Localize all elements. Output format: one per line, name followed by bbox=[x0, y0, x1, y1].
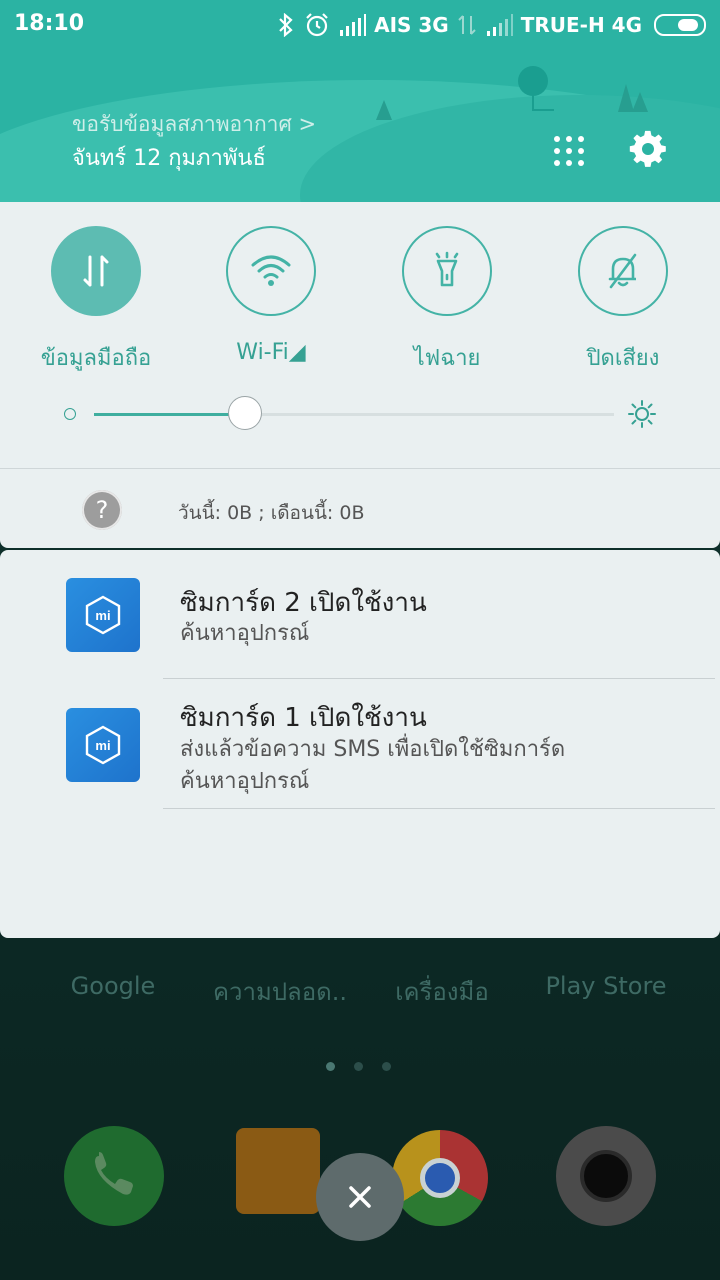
weather-info-link[interactable]: ขอรับข้อมูลสภาพอากาศ > bbox=[72, 108, 316, 141]
sim-app-icon: mi bbox=[66, 578, 140, 652]
notification-body: ค้นหาอุปกรณ์ bbox=[180, 621, 310, 646]
bluetooth-icon bbox=[279, 13, 293, 37]
page-indicator bbox=[326, 1056, 410, 1075]
status-bar: 18:10 AIS 3G TRUE-H 4G bbox=[0, 0, 720, 52]
toggle-label: Wi-Fi◢ bbox=[236, 340, 306, 365]
toggle-label: ข้อมูลมือถือ bbox=[40, 346, 152, 371]
toggle-mute[interactable]: ปิดเสียง bbox=[535, 226, 711, 375]
carrier-1-label: AIS 3G bbox=[374, 13, 449, 37]
app-label-play-store[interactable]: Play Store bbox=[536, 972, 676, 1000]
quick-settings-panel: ข้อมูลมือถือ Wi-Fi◢ ไฟฉาย ปิดเสียง ? วัน… bbox=[0, 202, 720, 548]
toggle-label: ไฟฉาย bbox=[413, 346, 481, 371]
wifi-icon bbox=[251, 255, 291, 286]
phone-app-icon[interactable] bbox=[64, 1126, 164, 1226]
battery-icon bbox=[654, 14, 706, 36]
brightness-slider-thumb[interactable] bbox=[227, 396, 262, 430]
sim-app-icon: mi bbox=[66, 708, 140, 782]
app-label-google[interactable]: Google bbox=[43, 972, 183, 1000]
toggle-label: ปิดเสียง bbox=[586, 346, 660, 371]
camera-app-icon[interactable] bbox=[556, 1126, 656, 1226]
notification-divider bbox=[163, 808, 715, 809]
alarm-icon bbox=[306, 13, 328, 37]
brightness-high-icon bbox=[628, 400, 656, 428]
messages-app-icon[interactable] bbox=[236, 1128, 320, 1214]
notification-divider bbox=[163, 678, 715, 679]
all-toggles-grid-icon[interactable] bbox=[552, 134, 586, 168]
app-label-security[interactable]: ความปลอด.. bbox=[210, 972, 350, 1011]
help-icon[interactable]: ? bbox=[82, 490, 122, 530]
close-notifications-button[interactable] bbox=[316, 1153, 404, 1241]
svg-text:mi: mi bbox=[95, 608, 110, 623]
svg-text:mi: mi bbox=[95, 738, 110, 753]
tree-icon bbox=[618, 84, 648, 112]
notification-title: ซิมการ์ด 2 เปิดใช้งาน bbox=[180, 588, 427, 618]
data-arrows-icon bbox=[458, 15, 476, 35]
toggle-wifi[interactable]: Wi-Fi◢ bbox=[183, 226, 359, 365]
brightness-low-icon bbox=[64, 408, 76, 420]
notification-body-line1: ส่งแล้วข้อความ SMS เพื่อเปิดใช้ซิมการ์ด bbox=[180, 737, 566, 762]
data-usage-summary[interactable]: วันนี้: 0B ; เดือนนี้: 0B bbox=[178, 498, 365, 528]
header-date: จันทร์ 12 กุมภาพันธ์ bbox=[72, 146, 266, 171]
notification-body-line2: ค้นหาอุปกรณ์ bbox=[180, 769, 310, 794]
notification-sim1[interactable]: mi ซิมการ์ด 1 เปิดใช้งาน ส่งแล้วข้อความ … bbox=[0, 680, 720, 809]
tree-icon bbox=[376, 100, 392, 120]
mobile-data-icon bbox=[83, 255, 109, 287]
brightness-slider-fill bbox=[94, 413, 245, 416]
notification-title: ซิมการ์ด 1 เปิดใช้งาน bbox=[180, 703, 427, 733]
notification-list: mi ซิมการ์ด 2 เปิดใช้งาน ค้นหาอุปกรณ์ mi… bbox=[0, 550, 720, 938]
signal-icon bbox=[338, 14, 367, 36]
app-label-tools[interactable]: เครื่องมือ bbox=[372, 972, 512, 1011]
toggle-flashlight[interactable]: ไฟฉาย bbox=[359, 226, 535, 375]
bell-off-icon bbox=[608, 253, 637, 289]
weather-balloon-icon bbox=[518, 66, 548, 96]
brightness-slider[interactable] bbox=[94, 396, 614, 430]
signal-2-icon bbox=[485, 14, 513, 36]
chrome-app-icon[interactable] bbox=[392, 1130, 488, 1226]
usage-today: วันนี้: 0B bbox=[178, 502, 253, 524]
settings-gear-icon[interactable] bbox=[628, 130, 668, 170]
notification-header: 18:10 AIS 3G TRUE-H 4G ขอรับข้อมูลสภาพอา… bbox=[0, 0, 720, 202]
flashlight-icon bbox=[435, 251, 459, 287]
toggle-mobile-data[interactable]: ข้อมูลมือถือ bbox=[8, 226, 184, 375]
carrier-2-label: TRUE-H 4G bbox=[520, 13, 642, 37]
notification-sim2[interactable]: mi ซิมการ์ด 2 เปิดใช้งาน ค้นหาอุปกรณ์ bbox=[0, 550, 720, 679]
status-time: 18:10 bbox=[14, 11, 85, 36]
close-icon bbox=[349, 1186, 371, 1208]
panel-divider bbox=[0, 468, 720, 469]
usage-month: ; เดือนนี้: 0B bbox=[258, 502, 365, 524]
